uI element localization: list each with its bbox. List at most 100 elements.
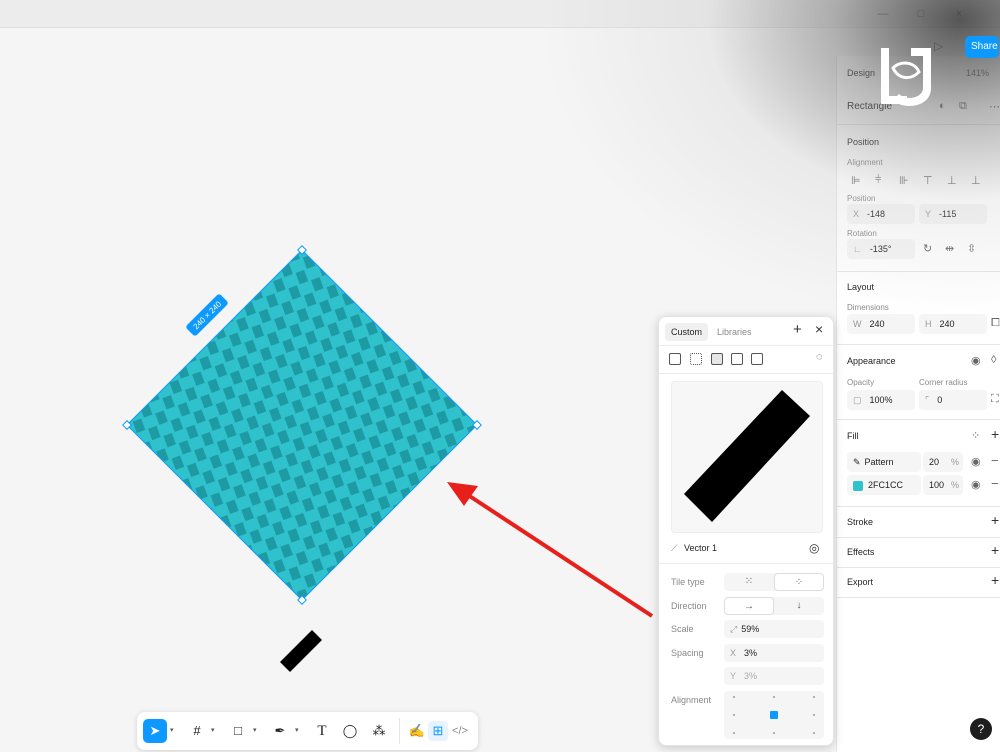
fill-title: Fill (847, 431, 859, 441)
watermark-logo (881, 48, 931, 106)
window-icon[interactable]: □ (914, 7, 928, 21)
frame-tool-icon[interactable]: # (187, 721, 207, 741)
help-button[interactable]: ? (970, 718, 992, 740)
target-icon[interactable]: ◎ (809, 541, 819, 555)
opacity-label: Opacity (847, 378, 875, 387)
fill-color-opacity[interactable]: 100% (923, 475, 963, 495)
align-center-h-icon[interactable]: ⫩ (875, 174, 881, 187)
pattern-preview (671, 381, 823, 533)
align-center-v-icon[interactable]: ⊥ (947, 174, 957, 187)
image-fill-icon[interactable] (669, 353, 681, 365)
brick-tile-icon[interactable]: ⁘ (774, 573, 824, 591)
spacing-x-input[interactable]: X 3% (724, 644, 824, 662)
close-icon[interactable]: × (815, 321, 823, 337)
alignment-label: Alignment (847, 158, 883, 167)
dev-mode-icon[interactable]: </> (450, 721, 470, 741)
arrow-down-icon[interactable]: ↓ (774, 597, 824, 615)
opacity-drop-icon[interactable]: ◌ (816, 351, 823, 363)
frame-tool-caret-icon[interactable]: ▾ (211, 726, 215, 734)
flip-horizontal-icon[interactable]: ⇹ (945, 242, 954, 255)
move-tool-caret-icon[interactable]: ▾ (170, 726, 174, 734)
add-icon[interactable]: + (793, 321, 802, 338)
tab-libraries[interactable]: Libraries (711, 323, 758, 341)
opacity-input[interactable]: ▢ 100% (847, 390, 915, 410)
visibility-icon[interactable]: ◉ (971, 354, 981, 367)
tab-design[interactable]: Design (847, 68, 875, 78)
remove-fill-color-icon[interactable]: − (991, 476, 999, 491)
direction-control[interactable]: → ↓ (724, 597, 824, 615)
properties-panel: Design 141% Rectangle ◐ ⧉ ⋯ Position Ali… (836, 56, 1000, 752)
position-label: Position (847, 194, 876, 203)
close-window-icon[interactable]: × (952, 7, 966, 21)
spacing-y-input[interactable]: Y 3% (724, 667, 824, 685)
zoom-level[interactable]: 141% (966, 68, 989, 78)
flip-vertical-icon[interactable]: ⇳ (967, 242, 976, 255)
move-tool-icon[interactable]: ➤ (143, 719, 167, 743)
align-right-icon[interactable]: ⊪ (899, 174, 909, 187)
text-tool-icon[interactable]: T (312, 721, 332, 741)
effects-title[interactable]: Effects (847, 547, 874, 557)
component-icon[interactable]: ◐ (939, 100, 946, 112)
vector-shape[interactable] (280, 630, 322, 672)
direction-label: Direction (671, 601, 707, 611)
width-input[interactable]: W 240 (847, 314, 915, 334)
blend-mode-icon[interactable]: ◊ (991, 354, 996, 366)
source-name: Vector 1 (684, 543, 718, 553)
corner-radius-label: Corner radius (919, 378, 968, 387)
tile-type-control[interactable]: ⁙ ⁘ (724, 573, 824, 591)
fill-color-row[interactable]: 2FC1CC (847, 475, 921, 495)
color-swatch[interactable] (853, 480, 863, 491)
y-input[interactable]: Y -115 (919, 204, 987, 224)
grid-tile-icon[interactable]: ⁙ (724, 573, 774, 591)
add-effect-icon[interactable]: + (991, 542, 999, 558)
scale-input[interactable]: ⤢ 59% (724, 620, 824, 638)
fill-color-visibility-icon[interactable]: ◉ (971, 478, 981, 491)
corner-radius-input[interactable]: ⌜ 0 (919, 390, 987, 410)
comment-tool-icon[interactable]: ◯ (340, 721, 360, 741)
stroke-title[interactable]: Stroke (847, 517, 873, 527)
vector-icon: ⟋ (671, 543, 678, 553)
fill-pattern-row[interactable]: ✎ Pattern (847, 452, 921, 472)
add-stroke-icon[interactable]: + (991, 512, 999, 528)
minimize-icon[interactable]: — (876, 7, 890, 21)
share-button[interactable]: Share (965, 36, 999, 58)
align-bottom-icon[interactable]: ⊥ (971, 174, 981, 187)
spacing-label: Spacing (671, 648, 704, 658)
x-input[interactable]: X -148 (847, 204, 915, 224)
shape-tool-caret-icon[interactable]: ▾ (253, 726, 257, 734)
pen-tool-icon[interactable]: ✒ (270, 721, 290, 741)
more-icon[interactable]: ⋯ (989, 100, 1000, 113)
annotation-arrow-line (466, 493, 654, 618)
actions-tool-icon[interactable]: ⁂ (369, 721, 389, 741)
pattern-fill-icon[interactable] (711, 353, 723, 365)
layout-title: Layout (847, 282, 875, 292)
add-fill-icon[interactable]: + (991, 426, 999, 442)
fill-pattern-opacity[interactable]: 20% (923, 452, 963, 472)
video-icon[interactable] (751, 353, 763, 365)
tab-custom[interactable]: Custom (665, 323, 709, 341)
tile-type-label: Tile type (671, 577, 705, 587)
add-export-icon[interactable]: + (991, 572, 999, 588)
independent-corners-icon[interactable]: ⛶ (991, 393, 999, 406)
constrain-proportions-icon[interactable]: ⧠ (991, 317, 1000, 330)
arrow-right-icon[interactable]: → (724, 597, 774, 615)
height-input[interactable]: H 240 (919, 314, 987, 334)
export-title[interactable]: Export (847, 577, 873, 587)
rotation-input[interactable]: ∟ -135° (847, 239, 915, 259)
gradient-fill-icon[interactable] (690, 353, 702, 365)
styles-icon[interactable]: ⁘ (971, 429, 980, 442)
dimension-badge-text: 240 × 240 (192, 299, 224, 331)
image-icon[interactable] (731, 353, 743, 365)
boolean-icon[interactable]: ⧉ (959, 100, 967, 113)
remove-fill-pattern-icon[interactable]: − (991, 453, 999, 468)
align-left-icon[interactable]: ⊫ (851, 174, 861, 187)
design-mode-icon[interactable]: ⊞ (428, 721, 448, 741)
alignment-grid[interactable] (724, 691, 824, 739)
rotate-icon[interactable]: ↻ (923, 242, 932, 255)
pen-tool-caret-icon[interactable]: ▾ (295, 726, 299, 734)
fill-pattern-visibility-icon[interactable]: ◉ (971, 455, 981, 468)
draw-mode-icon[interactable]: ✍ (407, 721, 427, 741)
play-icon[interactable]: ▷ (934, 39, 943, 53)
rectangle-tool-icon[interactable]: □ (228, 721, 248, 741)
align-top-icon[interactable]: ⊤ (923, 174, 933, 187)
